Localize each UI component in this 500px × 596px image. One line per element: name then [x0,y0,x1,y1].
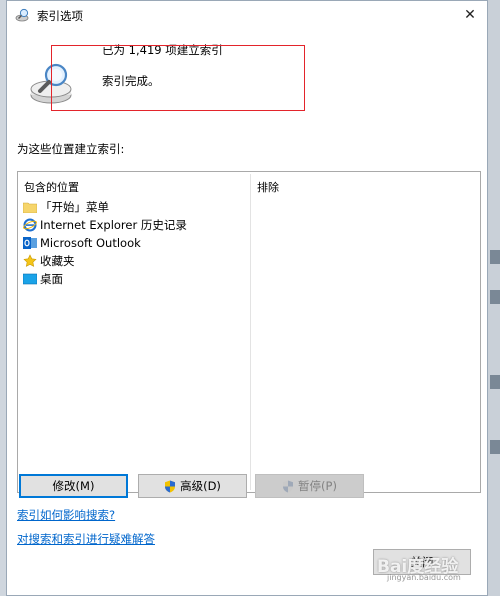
close-window-button[interactable]: ✕ [453,1,487,29]
locations-section-label: 为这些位置建立索引: [17,142,125,156]
pause-button[interactable]: 暂停(P) [255,474,364,498]
column-divider [250,174,251,490]
column-header-included: 包含的位置 [24,181,79,194]
desktop-icon-fragment [490,250,500,264]
close-icon: ✕ [464,7,476,23]
advanced-button-label: 高级(D) [180,479,221,493]
close-button-label: 关闭 [410,555,434,569]
window-title: 索引选项 [37,9,83,23]
title-bar: 索引选项 ✕ [7,1,487,29]
location-item-ie-history[interactable]: Internet Explorer 历史记录 [22,216,187,234]
location-label: Microsoft Outlook [40,236,141,250]
troubleshoot-link[interactable]: 对搜索和索引进行疑难解答 [17,531,155,547]
pause-button-label: 暂停(P) [298,479,337,493]
indexing-status-message: 索引完成。 [102,74,160,88]
advanced-button[interactable]: 高级(D) [138,474,247,498]
desktop-icon-fragment [490,375,500,389]
desktop-icon [22,271,38,287]
location-item-outlook[interactable]: Microsoft Outlook [22,234,187,252]
location-label: Internet Explorer 历史记录 [40,218,187,232]
location-item-start-menu[interactable]: 「开始」菜单 [22,198,187,216]
modify-button[interactable]: 修改(M) [19,474,128,498]
location-item-favorites[interactable]: 收藏夹 [22,252,187,270]
internet-explorer-icon [22,217,38,233]
location-label: 「开始」菜单 [40,200,109,214]
modify-button-label: 修改(M) [52,479,95,493]
desktop-icon-fragment [490,440,500,454]
uac-shield-icon [283,480,294,492]
desktop-icon-fragment [490,290,500,304]
outlook-icon [22,235,38,251]
indexed-count-text: 已为 1,419 项建立索引 [102,43,223,57]
indexing-options-dialog: 索引选项 ✕ 已为 1,419 项建立索引 索引完成。 为这些位置建立索引: 包… [6,0,488,596]
uac-shield-icon [165,480,176,492]
affect-search-link[interactable]: 索引如何影响搜索? [17,507,115,523]
star-icon [22,253,38,269]
indexing-status-icon [30,63,72,104]
location-item-desktop[interactable]: 桌面 [22,270,187,288]
indexing-options-icon [15,8,29,22]
close-button[interactable]: 关闭 [373,549,471,575]
location-label: 收藏夹 [40,254,75,268]
column-header-excluded: 排除 [257,181,279,194]
location-label: 桌面 [40,272,63,286]
folder-icon [22,199,38,215]
indexed-locations-list[interactable]: 包含的位置 排除 「开始」菜单 Internet Explorer 历史记录 M… [17,171,481,493]
